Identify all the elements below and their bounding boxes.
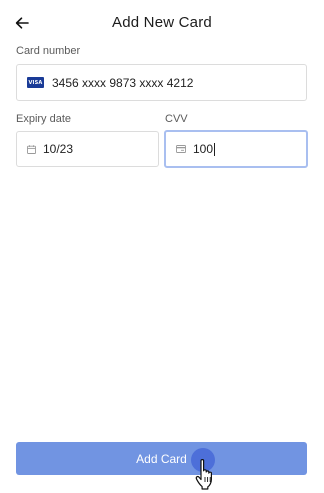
card-number-label: Card number	[16, 45, 81, 57]
card-back-icon	[176, 145, 186, 153]
card-number-value: 3456 xxxx 9873 xxxx 4212	[52, 75, 194, 90]
cvv-value: 100	[193, 141, 216, 157]
text-cursor	[214, 143, 216, 157]
expiry-date-input[interactable]: 10/23	[16, 131, 159, 167]
calendar-icon	[27, 144, 36, 154]
add-card-screen: Add New Card Card number VISA 3456 xxxx …	[0, 0, 324, 493]
expiry-date-label: Expiry date	[16, 113, 72, 125]
expiry-date-value: 10/23	[43, 142, 74, 156]
add-card-button[interactable]: Add Card	[16, 442, 307, 475]
add-card-button-label: Add Card	[136, 451, 187, 466]
header: Add New Card	[0, 0, 324, 46]
cvv-input[interactable]: 100	[164, 130, 308, 168]
page-title: Add New Card	[112, 14, 212, 31]
hand-pointer-icon	[195, 459, 212, 490]
visa-icon: VISA	[27, 77, 44, 88]
cvv-label: CVV	[165, 113, 188, 125]
card-number-input[interactable]: VISA 3456 xxxx 9873 xxxx 4212	[16, 64, 307, 101]
